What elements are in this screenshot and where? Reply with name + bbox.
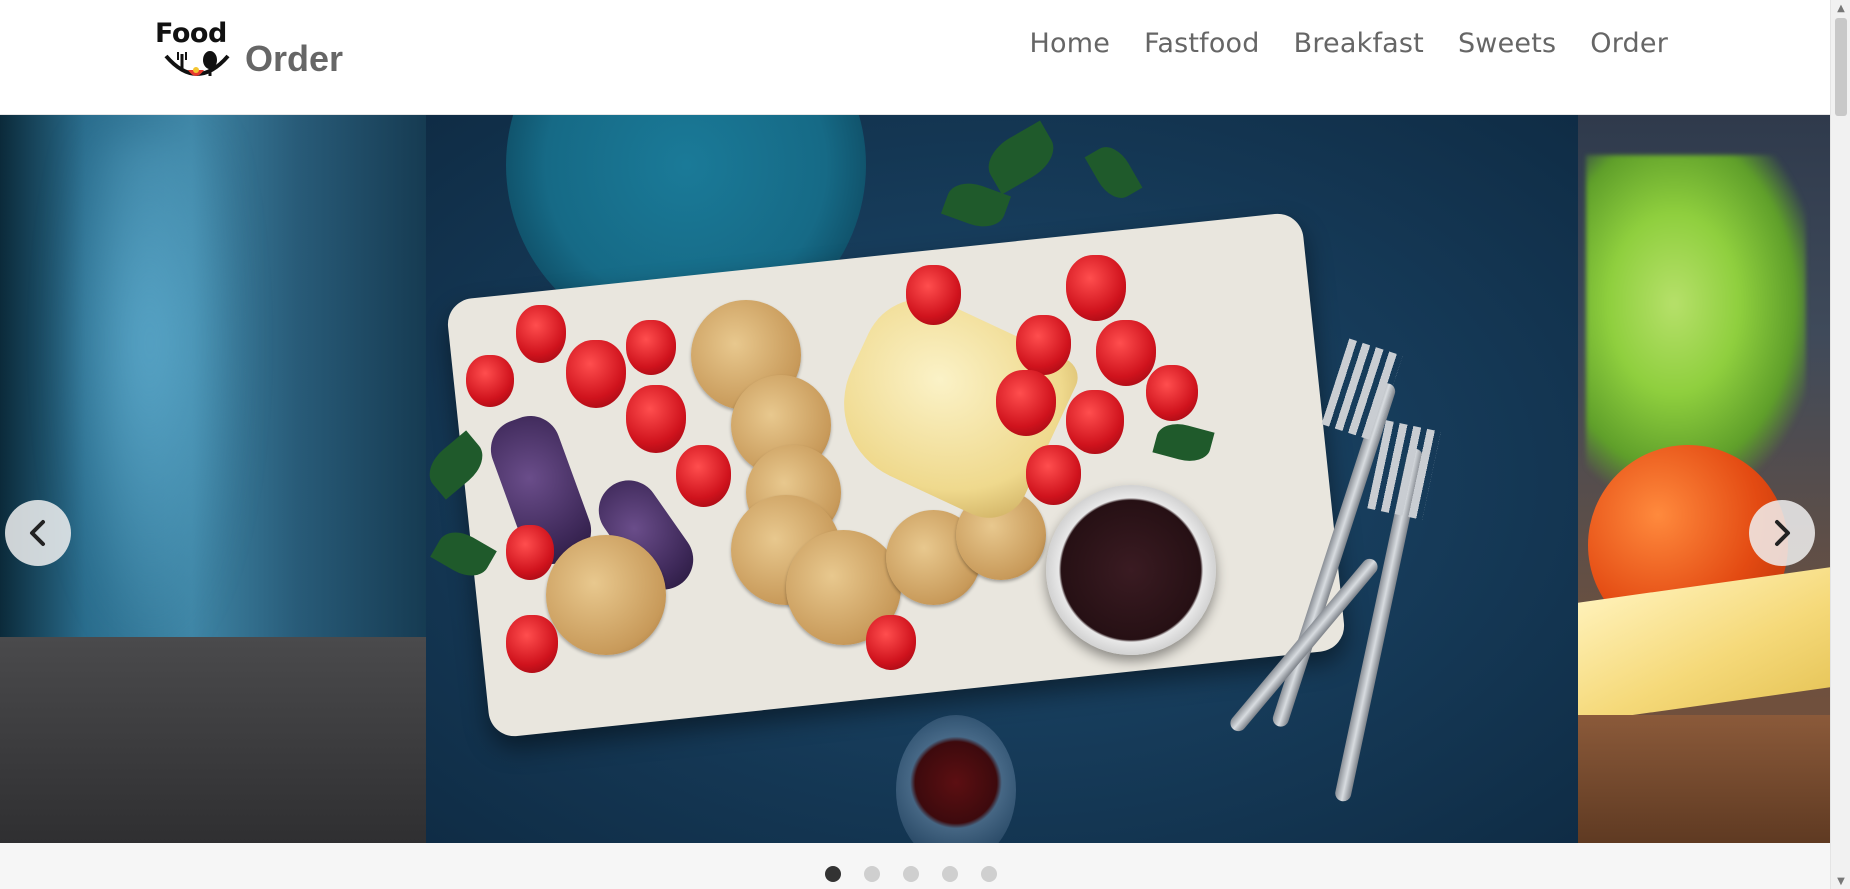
strawberry-image (516, 305, 566, 363)
strawberry-image (626, 385, 686, 453)
strawberry-image (1016, 315, 1071, 375)
site-header: Food Order Home Fastfood Breakfast Sweet… (0, 0, 1830, 115)
strawberry-image (676, 445, 731, 507)
lettuce-image (1586, 155, 1806, 485)
carousel-indicators (825, 866, 997, 882)
nav-home[interactable]: Home (1030, 28, 1111, 59)
carousel-indicator-2[interactable] (864, 866, 880, 882)
strawberry-image (1146, 365, 1198, 421)
carousel-indicator-5[interactable] (981, 866, 997, 882)
blurred-background (60, 135, 240, 655)
food-logo-icon (164, 51, 230, 76)
carousel-slide-active (426, 115, 1578, 843)
strawberry-image (466, 355, 514, 407)
carousel-slide-next (1578, 115, 1830, 843)
nav-order[interactable]: Order (1590, 28, 1668, 59)
scroll-down-icon[interactable]: ▼ (1831, 873, 1850, 889)
leaf-image (1084, 139, 1143, 206)
nav-breakfast[interactable]: Breakfast (1294, 28, 1424, 59)
strawberry-image (566, 340, 626, 408)
chevron-right-icon (1775, 520, 1790, 546)
nav-sweets[interactable]: Sweets (1458, 28, 1556, 59)
cutting-board-image (1578, 715, 1830, 843)
image-carousel[interactable] (0, 115, 1830, 843)
nav-fastfood[interactable]: Fastfood (1144, 28, 1260, 59)
carousel-prev-button[interactable] (5, 500, 71, 566)
logo-order-text: Order (245, 38, 344, 79)
scroll-thumb[interactable] (1835, 18, 1847, 116)
chevron-left-icon (30, 520, 45, 546)
strawberry-image (1066, 390, 1124, 454)
strawberry-image (866, 615, 916, 670)
blurred-floor (0, 637, 426, 843)
scroll-up-icon[interactable]: ▲ (1831, 0, 1850, 16)
strawberry-image (1066, 255, 1126, 321)
logo-food-text: Food (155, 18, 227, 49)
carousel-indicator-1[interactable] (825, 866, 841, 882)
strawberry-image (506, 525, 554, 580)
strawberry-image (1026, 445, 1081, 505)
page-scrollbar[interactable]: ▲ ▼ (1830, 0, 1850, 889)
leaf-image (979, 120, 1063, 195)
carousel-indicator-3[interactable] (903, 866, 919, 882)
carousel-indicator-4[interactable] (942, 866, 958, 882)
main-nav: Home Fastfood Breakfast Sweets Order (1030, 28, 1668, 59)
cracker-image (546, 535, 666, 655)
jam-dish-image (1046, 485, 1216, 655)
site-logo[interactable]: Food Order (152, 18, 362, 90)
carousel-next-button[interactable] (1749, 500, 1815, 566)
strawberry-image (906, 265, 961, 325)
drink-glass-image (896, 715, 1016, 843)
strawberry-image (1096, 320, 1156, 386)
strawberry-image (996, 370, 1056, 436)
strawberry-image (626, 320, 676, 375)
carousel-slide-previous (0, 115, 426, 843)
strawberry-image (506, 615, 558, 673)
